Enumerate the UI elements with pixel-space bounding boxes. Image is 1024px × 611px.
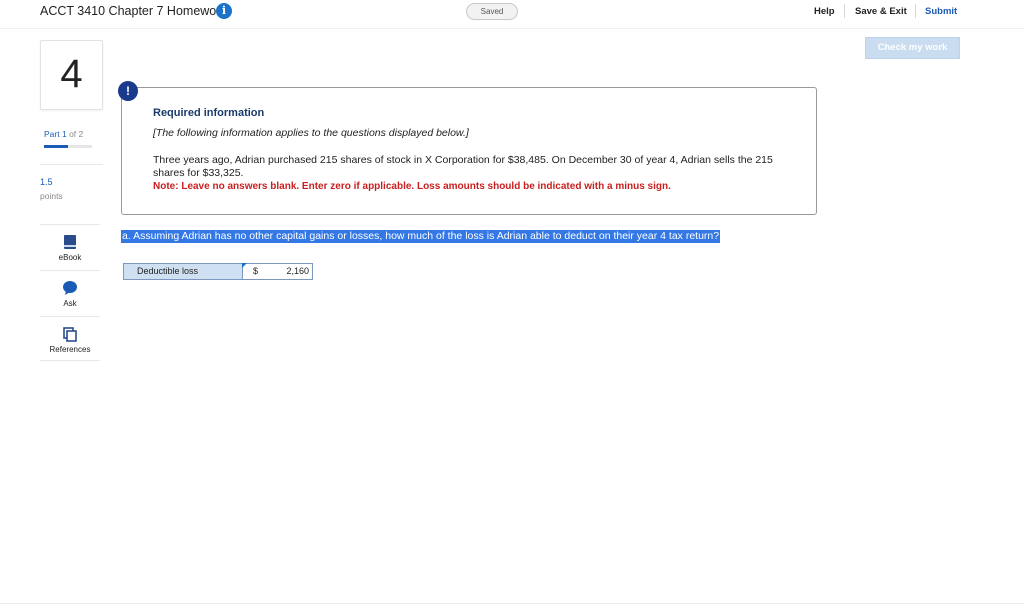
ebook-label: eBook <box>58 253 82 262</box>
divider <box>40 360 100 361</box>
part-indicator: Part 1 of 2 <box>44 129 83 139</box>
alert-icon: ! <box>118 81 138 101</box>
required-info-note: Note: Leave no answers blank. Enter zero… <box>153 181 671 192</box>
part-prefix: Part <box>44 129 60 139</box>
submit-link[interactable]: Submit <box>925 6 957 17</box>
ask-label: Ask <box>63 299 77 308</box>
deductible-loss-label: Deductible loss <box>124 264 242 279</box>
help-link[interactable]: Help <box>814 6 835 17</box>
part-total: of 2 <box>69 129 84 139</box>
references-label: References <box>49 345 91 354</box>
question-number-card: 4 <box>40 40 103 110</box>
check-my-work-button[interactable]: Check my work <box>865 37 960 59</box>
answer-table: Deductible loss $ 2,160 <box>123 263 313 280</box>
book-icon <box>64 235 76 249</box>
question-number: 4 <box>60 52 83 96</box>
ask-button[interactable]: Ask <box>40 270 100 314</box>
points-value: 1.5 <box>40 177 53 187</box>
saved-status-badge: Saved <box>466 3 518 20</box>
copy-documents-icon <box>63 327 77 342</box>
deductible-loss-input[interactable]: $ 2,160 <box>243 264 312 279</box>
points-label: points <box>40 191 63 201</box>
required-info-intro: [The following information applies to th… <box>153 127 469 139</box>
part-progress-fill <box>44 145 68 148</box>
currency-symbol: $ <box>253 266 259 276</box>
answer-flag-marker <box>242 263 247 268</box>
part-progress-bar <box>44 145 92 148</box>
divider <box>915 4 916 18</box>
question-prompt-a: a. Assuming Adrian has no other capital … <box>121 230 721 243</box>
chat-bubble-icon <box>63 281 77 295</box>
deductible-loss-value: 2,160 <box>286 266 309 276</box>
info-icon[interactable]: i <box>216 3 232 19</box>
references-button[interactable]: References <box>40 316 100 360</box>
save-exit-link[interactable]: Save & Exit <box>855 6 907 17</box>
divider <box>40 164 103 165</box>
part-current: 1 <box>61 129 67 139</box>
required-info-title: Required information <box>153 107 265 119</box>
required-info-body: Three years ago, Adrian purchased 215 sh… <box>153 154 773 179</box>
top-bar: ACCT 3410 Chapter 7 Homework i Saved Hel… <box>0 0 1024 28</box>
header-divider <box>0 28 1024 29</box>
footer-divider <box>0 603 1024 604</box>
divider <box>844 4 845 18</box>
ebook-button[interactable]: eBook <box>40 224 100 268</box>
assignment-title: ACCT 3410 Chapter 7 Homework <box>40 4 227 18</box>
